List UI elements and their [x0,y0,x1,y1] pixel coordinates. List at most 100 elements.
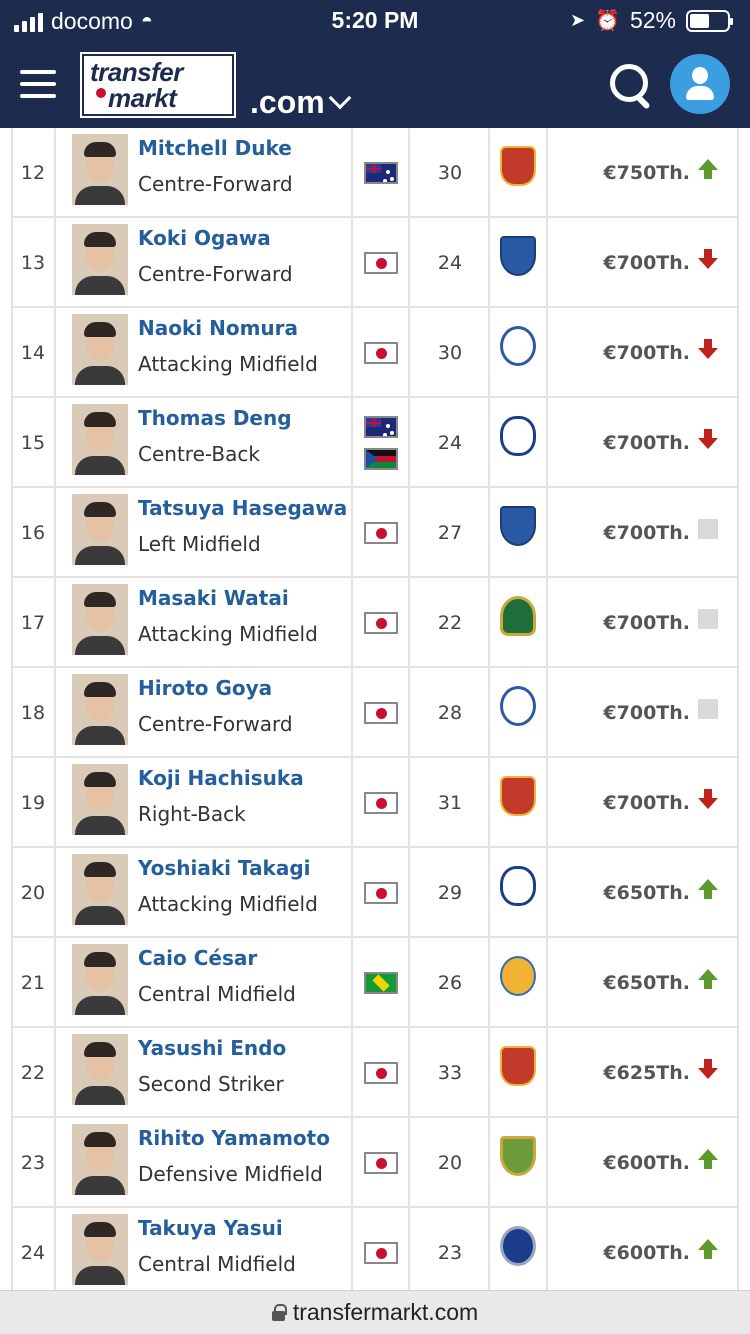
user-icon-head [692,67,708,84]
player-name-link[interactable]: Yasushi Endo [138,1036,286,1060]
top-navbar: transfer markt .com [0,40,750,128]
table-row: 20 Yoshiaki Takagi Attacking Midfield 29… [0,848,750,938]
status-right: ➤ ⏰ 52% [570,7,733,34]
club-crest-icon[interactable] [500,416,536,456]
player-photo[interactable] [72,494,128,565]
trend-down-icon [698,249,718,269]
player-photo[interactable] [72,854,128,925]
market-value[interactable]: €700Th. [603,668,690,758]
player-photo[interactable] [72,944,128,1015]
url-text: transfermarkt.com [292,1299,479,1325]
player-rank: 17 [20,612,46,634]
player-photo[interactable] [72,404,128,475]
player-age: 30 [437,162,463,184]
player-name-link[interactable]: Hiroto Goya [138,676,272,700]
search-icon[interactable] [610,64,652,106]
player-age: 24 [437,432,463,454]
trend-unchanged-icon [698,609,718,629]
market-value[interactable]: €700Th. [603,758,690,848]
chevron-down-icon[interactable] [328,86,352,110]
player-name-link[interactable]: Rihito Yamamoto [138,1126,330,1150]
player-name-link[interactable]: Masaki Watai [138,586,289,610]
flag-japan-icon[interactable] [364,522,398,544]
player-photo[interactable] [72,764,128,835]
club-crest-icon[interactable] [500,326,536,366]
market-value[interactable]: €600Th. [603,1118,690,1208]
club-crest-icon[interactable] [500,776,536,816]
club-crest-icon[interactable] [500,1136,536,1176]
player-name-link[interactable]: Thomas Deng [138,406,292,430]
trend-down-icon [698,1059,718,1079]
trend-up-icon [698,159,718,179]
player-name-link[interactable]: Koki Ogawa [138,226,271,250]
flag-japan-icon[interactable] [364,612,398,634]
player-photo[interactable] [72,1214,128,1285]
club-crest-icon[interactable] [500,1046,536,1086]
market-value[interactable]: €650Th. [603,938,690,1028]
club-crest-icon[interactable] [500,686,536,726]
browser-url-bar[interactable]: transfermarkt.com [0,1290,750,1334]
table-row: 12 Mitchell Duke Centre-Forward 30 €750T… [0,128,750,218]
club-crest-icon[interactable] [500,506,536,546]
player-photo[interactable] [72,314,128,385]
market-value[interactable]: €600Th. [603,1208,690,1290]
market-value[interactable]: €700Th. [603,488,690,578]
player-photo[interactable] [72,1034,128,1105]
player-rank: 12 [20,162,46,184]
market-value[interactable]: €650Th. [603,848,690,938]
player-photo[interactable] [72,1124,128,1195]
club-crest-icon[interactable] [500,866,536,906]
flag-australia-icon[interactable] [364,416,398,438]
club-crest-icon[interactable] [500,596,536,636]
market-value[interactable]: €700Th. [603,398,690,488]
player-age: 33 [437,1062,463,1084]
player-position: Centre-Forward [138,712,293,736]
player-age: 23 [437,1242,463,1264]
market-value[interactable]: €700Th. [603,308,690,398]
player-name-link[interactable]: Naoki Nomura [138,316,298,340]
player-age: 22 [437,612,463,634]
flag-brazil-icon[interactable] [364,972,398,994]
market-value[interactable]: €700Th. [603,218,690,308]
player-name-link[interactable]: Mitchell Duke [138,136,292,160]
flag-japan-icon[interactable] [364,882,398,904]
club-crest-icon[interactable] [500,146,536,186]
player-position: Central Midfield [138,982,296,1006]
lock-icon [271,1304,287,1321]
player-photo[interactable] [72,674,128,745]
transfermarkt-logo[interactable]: transfer markt [80,52,236,118]
market-value[interactable]: €750Th. [603,128,690,218]
player-rank: 24 [20,1242,46,1264]
player-name-link[interactable]: Takuya Yasui [138,1216,283,1240]
flag-australia-icon[interactable] [364,162,398,184]
player-photo[interactable] [72,584,128,655]
flag-japan-icon[interactable] [364,252,398,274]
flag-japan-icon[interactable] [364,1152,398,1174]
player-name-link[interactable]: Yoshiaki Takagi [138,856,311,880]
player-name-link[interactable]: Tatsuya Hasegawa [138,496,347,520]
player-photo[interactable] [72,134,128,205]
player-photo[interactable] [72,224,128,295]
trend-up-icon [698,879,718,899]
club-crest-icon[interactable] [500,956,536,996]
club-crest-icon[interactable] [500,1226,536,1266]
club-crest-icon[interactable] [500,236,536,276]
flag-south-sudan-icon[interactable] [364,448,398,470]
flag-japan-icon[interactable] [364,1242,398,1264]
flag-japan-icon[interactable] [364,792,398,814]
market-value[interactable]: €700Th. [603,578,690,668]
flag-japan-icon[interactable] [364,1062,398,1084]
table-row: 22 Yasushi Endo Second Striker 33 €625Th… [0,1028,750,1118]
user-account-button[interactable] [670,54,730,114]
nationality-flags [352,128,410,218]
players-table: 12 Mitchell Duke Centre-Forward 30 €750T… [0,128,750,1290]
flag-japan-icon[interactable] [364,342,398,364]
market-value[interactable]: €625Th. [603,1028,690,1118]
menu-icon[interactable] [20,70,56,98]
flag-japan-icon[interactable] [364,702,398,724]
player-name-link[interactable]: Caio César [138,946,257,970]
trend-down-icon [698,429,718,449]
trend-down-icon [698,789,718,809]
player-name-link[interactable]: Koji Hachisuka [138,766,304,790]
domain-label[interactable]: .com [250,84,325,121]
